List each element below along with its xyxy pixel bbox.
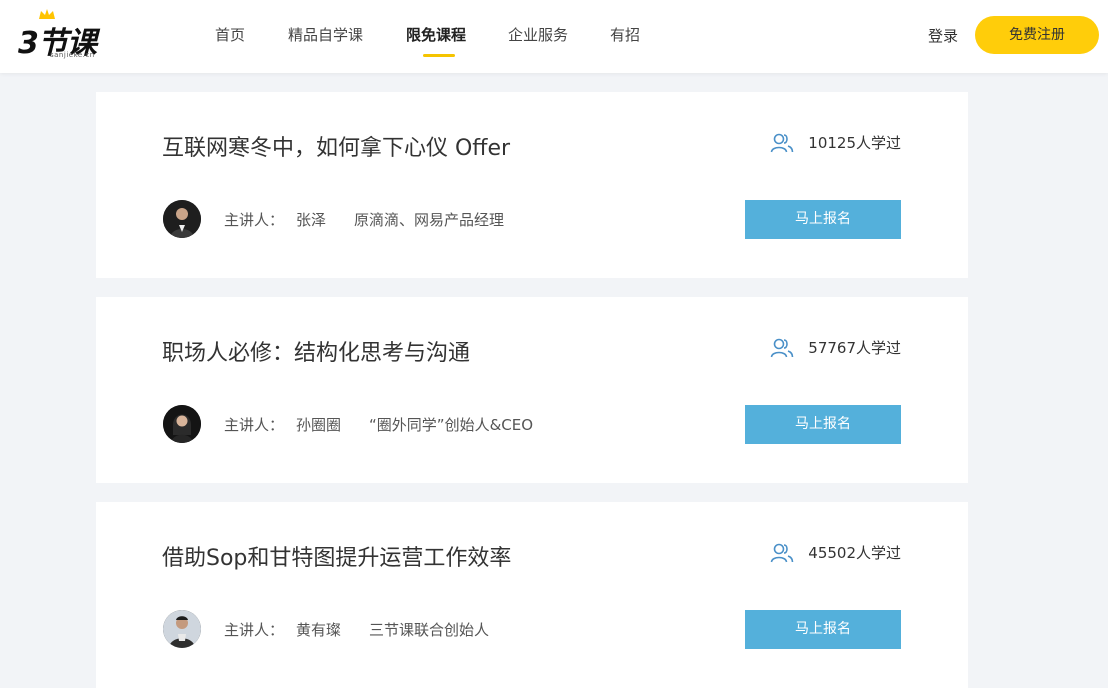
course-card: 互联网寒冬中，如何拿下心仪 Offer 10125人学过 主讲人： 张泽 原滴滴、网… <box>96 92 968 278</box>
learner-count-text: 45502人学过 <box>808 544 901 562</box>
signup-button[interactable]: 马上报名 <box>745 610 901 649</box>
speaker-info: 主讲人： 张泽 原滴滴、网易产品经理 <box>224 209 504 230</box>
speaker-role: “圈外同学”创始人&CEO <box>369 416 534 434</box>
speaker-name: 孙圈圈 <box>296 416 342 434</box>
nav-item-enterprise[interactable]: 企业服务 <box>508 24 568 45</box>
users-icon <box>770 133 794 152</box>
course-title[interactable]: 借助Sop和甘特图提升运营工作效率 <box>162 540 511 572</box>
signup-button[interactable]: 马上报名 <box>745 200 901 239</box>
speaker-label: 主讲人： <box>224 621 285 639</box>
course-card: 借助Sop和甘特图提升运营工作效率 45502人学过 主讲人： 黄有璨 三节课联合创… <box>96 502 968 688</box>
learner-count: 10125人学过 <box>770 132 901 153</box>
learner-count: 57767人学过 <box>770 337 901 358</box>
speaker-label: 主讲人： <box>224 416 285 434</box>
signup-button[interactable]: 马上报名 <box>745 405 901 444</box>
course-title[interactable]: 互联网寒冬中，如何拿下心仪 Offer <box>162 130 510 162</box>
nav-item-home[interactable]: 首页 <box>215 24 245 45</box>
nav-item-self-study[interactable]: 精品自学课 <box>288 24 363 45</box>
users-icon <box>770 543 794 562</box>
course-card: 职场人必修：结构化思考与沟通 57767人学过 主讲人： 孙圈圈 “圈外同学”创始人… <box>96 297 968 483</box>
nav-item-jobs[interactable]: 有招 <box>610 24 640 45</box>
speaker-name: 黄有璨 <box>296 621 342 639</box>
active-nav-indicator <box>423 54 455 57</box>
site-logo[interactable]: 3节课 sanjieke.cn <box>14 6 122 66</box>
login-link[interactable]: 登录 <box>928 25 958 46</box>
course-title[interactable]: 职场人必修：结构化思考与沟通 <box>162 335 470 367</box>
learner-count-text: 10125人学过 <box>808 134 901 152</box>
speaker-role: 原滴滴、网易产品经理 <box>354 211 505 229</box>
speaker-role: 三节课联合创始人 <box>369 621 490 639</box>
avatar <box>163 610 201 648</box>
speaker-name: 张泽 <box>296 211 327 229</box>
register-button[interactable]: 免费注册 <box>975 16 1099 54</box>
speaker-label: 主讲人： <box>224 211 285 229</box>
logo-subtext: sanjieke.cn <box>50 51 95 59</box>
learner-count-text: 57767人学过 <box>808 339 901 357</box>
nav-item-free-courses[interactable]: 限免课程 <box>406 24 466 45</box>
users-icon <box>770 338 794 357</box>
speaker-info: 主讲人： 孙圈圈 “圈外同学”创始人&CEO <box>224 414 533 435</box>
learner-count: 45502人学过 <box>770 542 901 563</box>
speaker-info: 主讲人： 黄有璨 三节课联合创始人 <box>224 619 489 640</box>
avatar <box>163 405 201 443</box>
avatar <box>163 200 201 238</box>
top-header: 3节课 sanjieke.cn 首页 精品自学课 限免课程 企业服务 有招 登录… <box>0 0 1108 73</box>
